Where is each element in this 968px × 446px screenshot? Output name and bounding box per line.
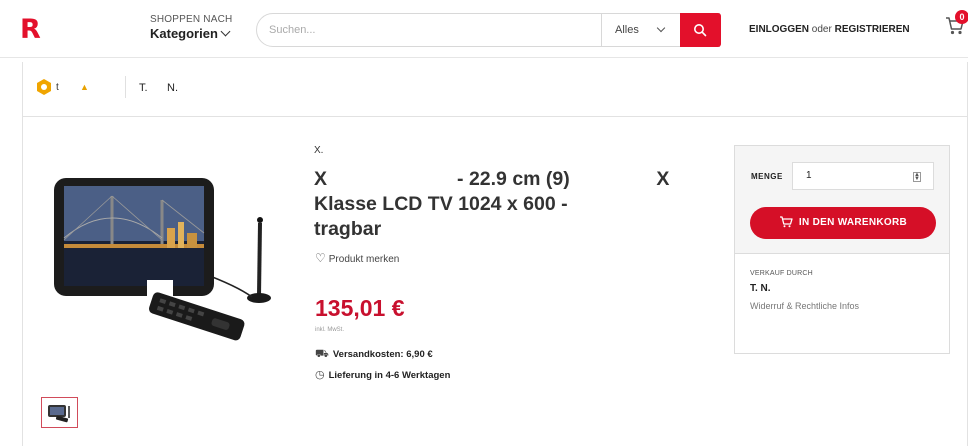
truck-icon: ⛟ [315, 348, 329, 360]
delivery-info: ◷ Lieferung in 4-6 Werktagen [315, 368, 450, 381]
cart-icon [779, 216, 793, 228]
quantity-value: 1 [806, 170, 812, 181]
shop-by-label: SHOPPEN NACH [150, 14, 233, 25]
product-title-line: Klasse LCD TV 1024 x 600 - [314, 193, 568, 215]
breadcrumb-item[interactable]: t [56, 82, 59, 93]
cart-count-badge: 0 [955, 10, 968, 24]
chevron-down-icon [656, 23, 666, 33]
product-image[interactable] [52, 178, 272, 348]
favorite-label: Produkt merken [328, 254, 400, 265]
seller-name[interactable]: T. N. [750, 283, 771, 294]
category-icon[interactable] [36, 78, 52, 96]
quantity-spinner-icon[interactable]: ▲ ▼ [913, 172, 921, 182]
seller-label: VERKAUF DURCH [750, 270, 813, 277]
delivery-text: Lieferung in 4-6 Werktagen [328, 370, 451, 381]
site-header: R SHOPPEN NACH Kategorien Alles EINLOGGE… [0, 0, 968, 58]
legal-info-link[interactable]: Widerruf & Rechtliche Infos [750, 301, 859, 311]
tax-note: inkl. MwSt. [315, 327, 345, 333]
search-icon [694, 24, 707, 37]
product-thumbnail[interactable] [41, 397, 78, 428]
login-link[interactable]: EINLOGGEN [749, 24, 809, 35]
buy-box: MENGE 1 ▲ ▼ IN DEN WARENKORB VERKAUF DURC… [734, 145, 950, 354]
or-text: oder [811, 24, 832, 35]
favorite-button[interactable]: ♡ Produkt merken [315, 251, 399, 265]
search-input[interactable] [269, 14, 599, 46]
categories-menu-button[interactable]: SHOPPEN NACH Kategorien [150, 14, 232, 43]
categories-label: Kategorien [150, 26, 218, 41]
product-title-line: tragbar [314, 218, 382, 240]
category-small-icon[interactable]: ▲ [80, 82, 89, 92]
search-scope-value: Alles [615, 24, 639, 36]
search-scope-select[interactable]: Alles [601, 14, 681, 46]
product-price: 135,01 € [315, 295, 405, 321]
product-title-line: X - 22.9 cm (9) X [314, 168, 670, 190]
tv-thumbnail-icon [48, 405, 70, 423]
breadcrumb-item[interactable]: N. [167, 82, 178, 94]
account-links: EINLOGGEN oder REGISTRIEREN [749, 24, 910, 35]
breadcrumb-item[interactable]: T. [139, 82, 148, 94]
shipping-info: ⛟ Versandkosten: 6,90 € [315, 348, 433, 362]
add-to-cart-label: IN DEN WARENKORB [798, 217, 908, 228]
heart-icon: ♡ [315, 251, 326, 265]
add-to-cart-button[interactable]: IN DEN WARENKORB [750, 207, 936, 239]
quantity-label: MENGE [751, 172, 783, 181]
register-link[interactable]: REGISTRIEREN [835, 24, 910, 35]
breadcrumb: t ▲ T. N. [22, 62, 968, 117]
search-bar: Alles [256, 13, 721, 47]
search-button[interactable] [680, 13, 721, 47]
breadcrumb-divider [125, 76, 126, 98]
buy-box-top: MENGE 1 ▲ ▼ IN DEN WARENKORB [735, 146, 949, 254]
cart-button[interactable]: 0 [945, 10, 968, 40]
product-brand[interactable]: X. [314, 145, 323, 156]
clock-icon: ◷ [315, 369, 325, 381]
quantity-stepper[interactable]: 1 ▲ ▼ [792, 162, 934, 190]
site-logo[interactable]: R [20, 14, 41, 45]
chevron-down-icon [220, 26, 231, 37]
product-title: X - 22.9 cm (9) X Klasse LCD TV 1024 x 6… [314, 167, 694, 242]
shipping-text: Versandkosten: 6,90 € [332, 349, 433, 360]
